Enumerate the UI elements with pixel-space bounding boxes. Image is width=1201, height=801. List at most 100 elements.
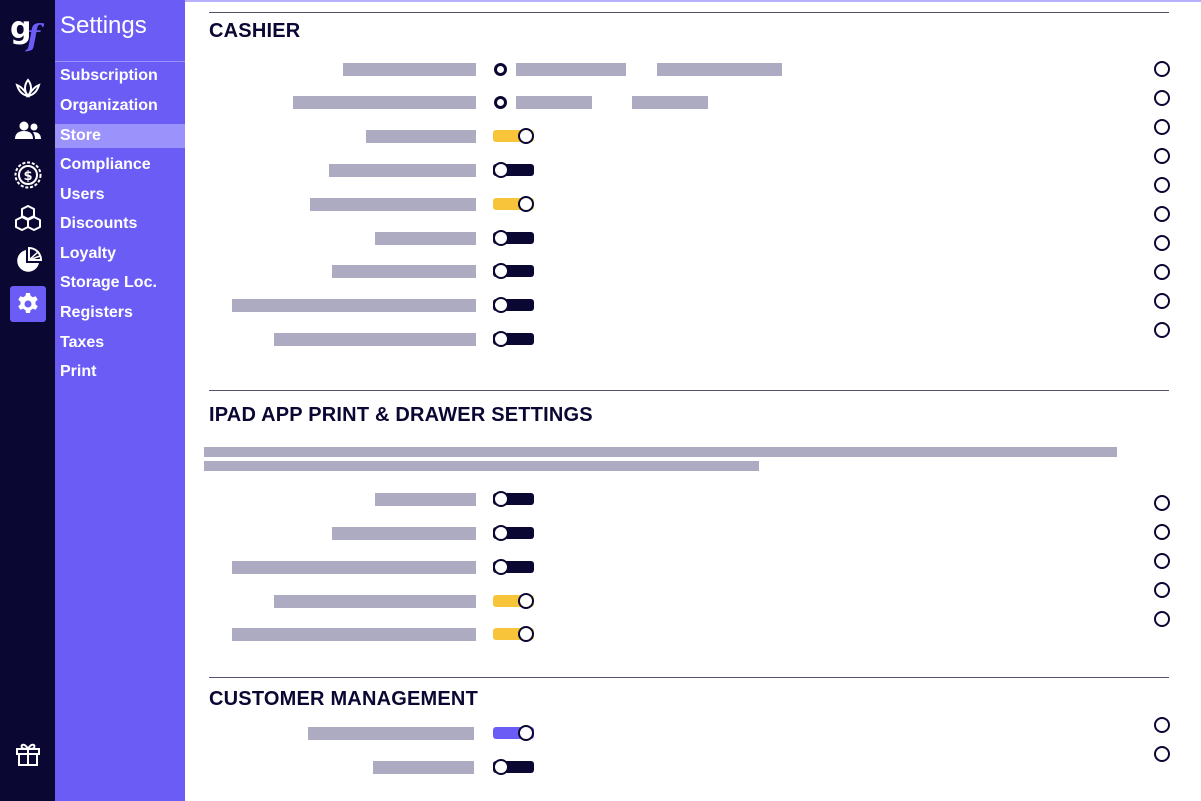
section-description-placeholder (204, 461, 759, 471)
setting-radio[interactable] (494, 96, 507, 109)
setting-label-placeholder (310, 198, 476, 211)
setting-row-radio[interactable] (1154, 264, 1170, 280)
inventory-boxes-icon (15, 205, 41, 231)
setting-row-radio[interactable] (1154, 582, 1170, 598)
setting-toggle[interactable] (493, 263, 534, 279)
icon-rail: g f $ (0, 0, 55, 801)
toggle-knob (493, 162, 509, 178)
nav-item-storage-loc[interactable]: Storage Loc. (55, 271, 185, 295)
setting-toggle[interactable] (493, 525, 534, 541)
sidebar-title: Settings (60, 12, 147, 39)
section-description-placeholder (204, 447, 1117, 457)
setting-toggle[interactable] (493, 230, 534, 246)
toggle-knob (518, 725, 534, 741)
svg-text:$: $ (23, 169, 32, 184)
setting-label-placeholder (232, 628, 476, 641)
nav-item-subscription[interactable]: Subscription (55, 64, 185, 88)
setting-label-placeholder (293, 96, 476, 109)
setting-label-placeholder (308, 727, 474, 740)
leaf-icon (15, 78, 41, 98)
setting-label-placeholder (343, 63, 476, 76)
setting-row-radio[interactable] (1154, 119, 1170, 135)
setting-label-placeholder (373, 761, 474, 774)
setting-row-radio[interactable] (1154, 746, 1170, 762)
setting-toggle[interactable] (493, 759, 534, 775)
section-title: CASHIER (209, 20, 301, 42)
nav-item-users[interactable]: Users (55, 183, 185, 207)
nav-item-registers[interactable]: Registers (55, 301, 185, 325)
rail-item-inventory[interactable] (10, 200, 46, 236)
rail-item-settings[interactable] (10, 286, 46, 322)
rail-item-reports[interactable] (10, 243, 46, 279)
setting-label-placeholder (375, 232, 476, 245)
rail-item-gift[interactable] (10, 735, 46, 771)
setting-radio[interactable] (494, 63, 507, 76)
setting-row-radio[interactable] (1154, 148, 1170, 164)
setting-label-placeholder (329, 164, 476, 177)
option-label-placeholder (632, 96, 708, 109)
setting-label-placeholder (232, 561, 476, 574)
section-title: CUSTOMER MANAGEMENT (209, 688, 478, 710)
nav-item-discounts[interactable]: Discounts (55, 212, 185, 236)
toggle-knob (493, 297, 509, 313)
setting-row-radio[interactable] (1154, 524, 1170, 540)
toggle-knob (493, 230, 509, 246)
setting-label-placeholder (274, 595, 476, 608)
setting-label-placeholder (375, 493, 476, 506)
toggle-knob (518, 196, 534, 212)
gift-icon (16, 743, 40, 766)
users-icon (15, 121, 41, 139)
toggle-knob (493, 331, 509, 347)
section-divider (209, 12, 1169, 13)
setting-row-radio[interactable] (1154, 235, 1170, 251)
rail-item-compliance[interactable]: $ (10, 157, 46, 193)
section-divider (209, 677, 1169, 678)
setting-row-radio[interactable] (1154, 61, 1170, 77)
setting-row-radio[interactable] (1154, 495, 1170, 511)
reports-pie-icon (17, 247, 42, 272)
nav-item-loyalty[interactable]: Loyalty (55, 242, 185, 266)
nav-item-taxes[interactable]: Taxes (55, 331, 185, 355)
nav-item-compliance[interactable]: Compliance (55, 153, 185, 177)
setting-toggle[interactable] (493, 491, 534, 507)
setting-label-placeholder (366, 130, 476, 143)
toggle-knob (518, 626, 534, 642)
setting-toggle[interactable] (493, 128, 534, 144)
setting-toggle[interactable] (493, 331, 534, 347)
option-label-placeholder (516, 96, 592, 109)
setting-label-placeholder (332, 265, 476, 278)
setting-row-radio[interactable] (1154, 293, 1170, 309)
sidebar-divider (55, 61, 185, 62)
setting-toggle[interactable] (493, 162, 534, 178)
setting-label-placeholder (232, 299, 476, 312)
app-logo[interactable]: g f (6, 4, 50, 56)
nav-item-organization[interactable]: Organization (55, 94, 185, 118)
toggle-knob (493, 263, 509, 279)
section-title: IPAD APP PRINT & DRAWER SETTINGS (209, 404, 593, 426)
setting-toggle[interactable] (493, 626, 534, 642)
setting-row-radio[interactable] (1154, 717, 1170, 733)
setting-row-radio[interactable] (1154, 322, 1170, 338)
setting-label-placeholder (274, 333, 476, 346)
setting-row-radio[interactable] (1154, 553, 1170, 569)
nav-item-store[interactable]: Store (55, 124, 185, 148)
toggle-knob (493, 525, 509, 541)
rail-item-products[interactable] (10, 70, 46, 106)
setting-row-radio[interactable] (1154, 90, 1170, 106)
toggle-knob (493, 559, 509, 575)
setting-row-radio[interactable] (1154, 611, 1170, 627)
top-divider (185, 0, 1201, 2)
setting-toggle[interactable] (493, 559, 534, 575)
svg-text:f: f (25, 19, 45, 52)
setting-toggle[interactable] (493, 297, 534, 313)
setting-toggle[interactable] (493, 725, 534, 741)
option-label-placeholder (657, 63, 782, 76)
setting-toggle[interactable] (493, 196, 534, 212)
toggle-knob (493, 759, 509, 775)
setting-row-radio[interactable] (1154, 206, 1170, 222)
setting-toggle[interactable] (493, 593, 534, 609)
nav-item-print[interactable]: Print (55, 360, 185, 384)
toggle-knob (518, 593, 534, 609)
rail-item-customers[interactable] (10, 113, 46, 149)
setting-row-radio[interactable] (1154, 177, 1170, 193)
